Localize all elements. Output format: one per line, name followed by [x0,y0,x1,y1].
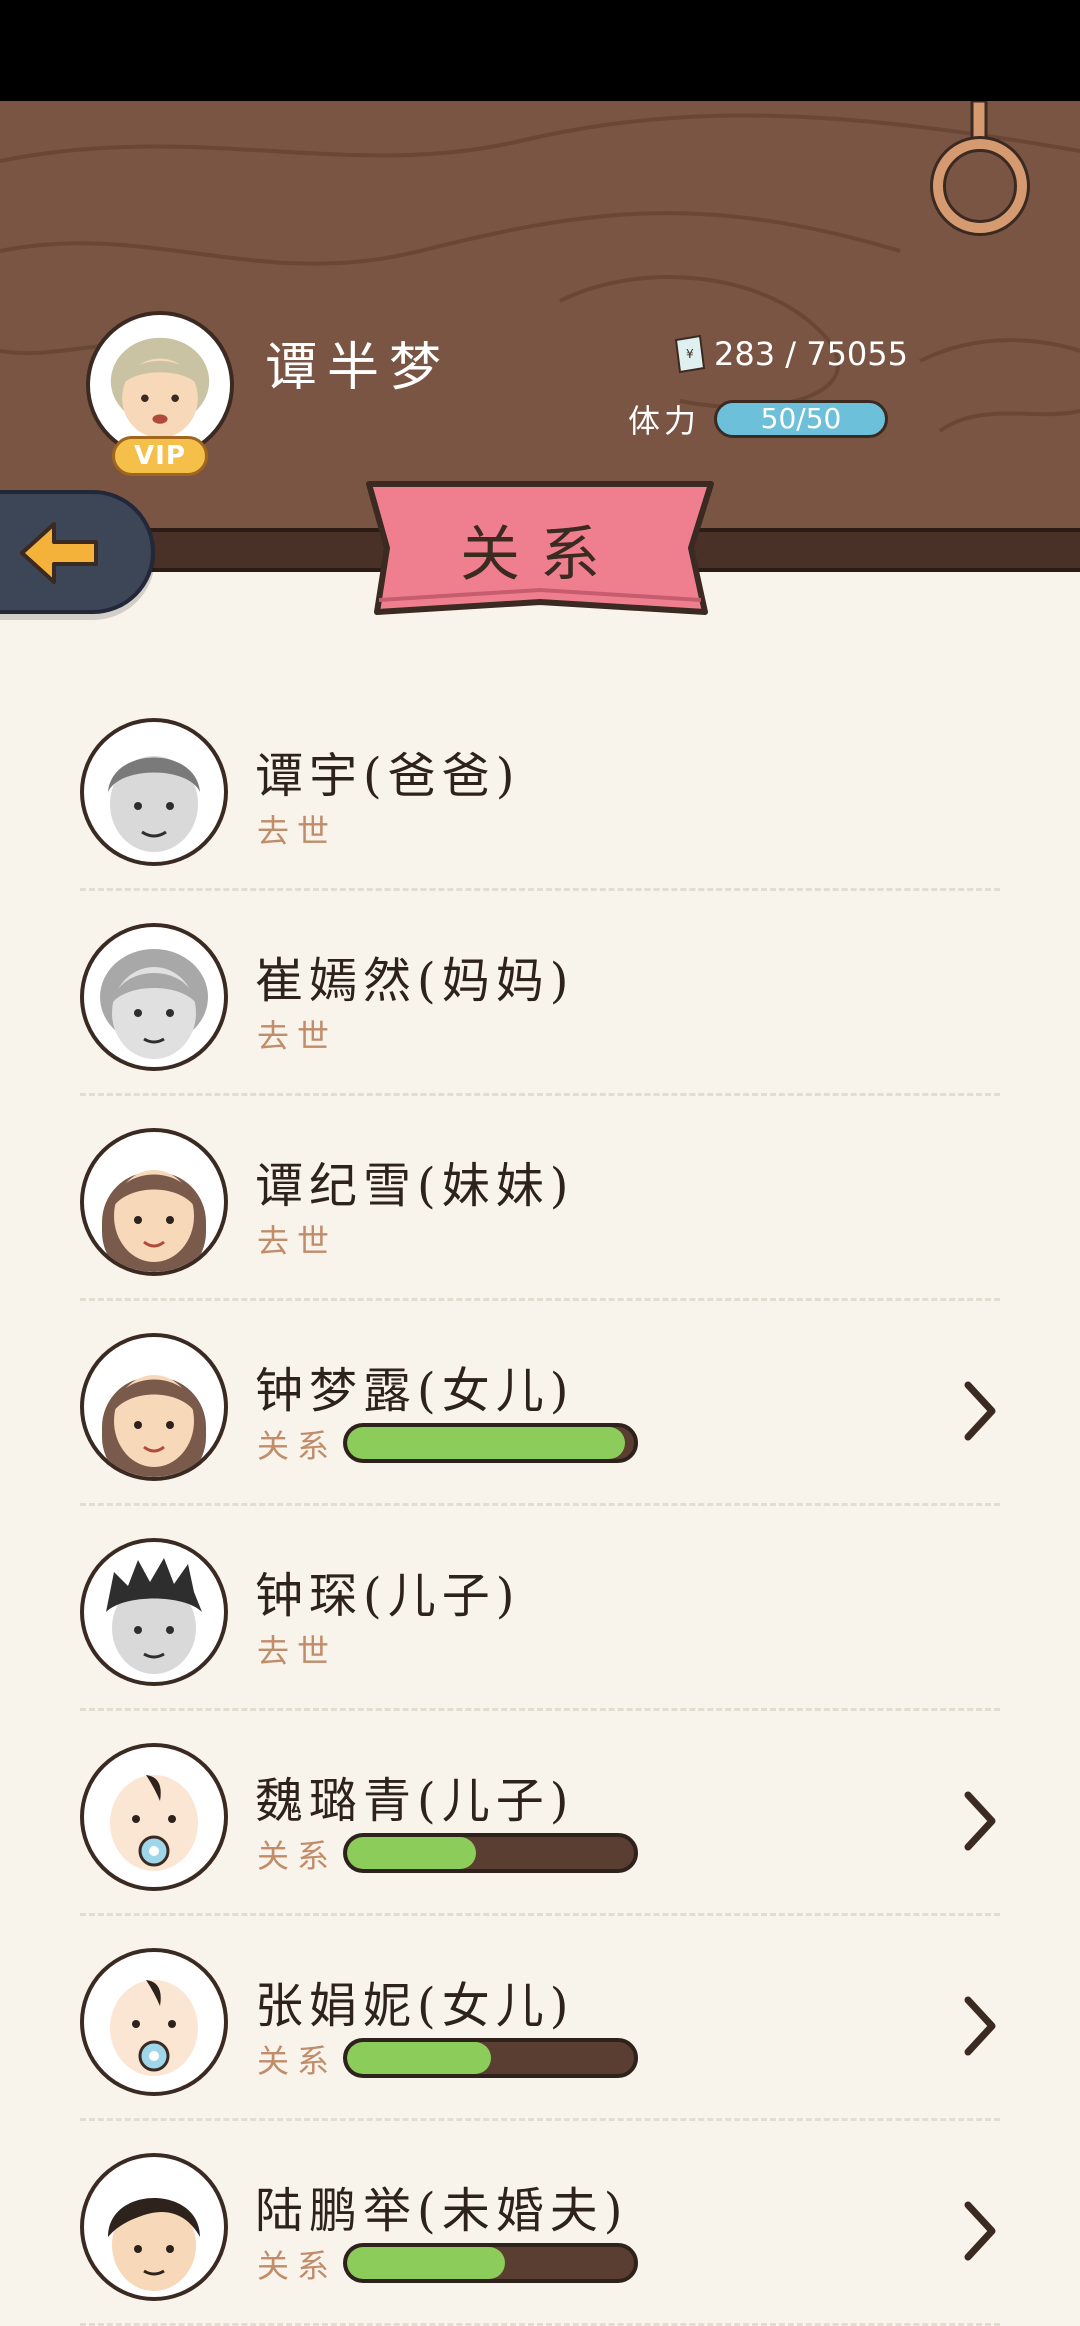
relation-bar-fill [347,1427,626,1459]
relation-name: 魏璐青(儿子) [255,1773,575,1829]
relation-row[interactable]: 张娟妮(女儿) 关系 [0,1916,1080,2121]
rope-ring-icon [930,101,1030,236]
relation-bar [343,1423,638,1463]
relation-label: 关系 [257,2042,338,2080]
relation-row[interactable]: 魏璐青(儿子) 关系 [0,1711,1080,1916]
relation-row: 谭纪雪(妹妹) 去世 [0,1096,1080,1301]
chevron-right-icon[interactable] [958,1789,1002,1853]
deceased-label: 去世 [257,1222,338,1260]
vip-badge: VIP [112,436,208,476]
relation-name: 陆鹏举(未婚夫) [255,2183,629,2239]
money-display: ¥ 283 / 75055 [672,332,908,376]
relation-row: 钟琛(儿子) 去世 [0,1506,1080,1711]
money-note-icon: ¥ [674,334,706,374]
relations-list: 谭宇(爸爸) 去世 崔嫣然(妈妈) 去世 谭纪雪(妹妹) 去世 钟梦露(女儿) 关系 钟琛(儿子… [0,686,1080,2326]
back-arrow-icon [20,522,98,584]
relation-label: 关系 [257,1427,338,1465]
stamina-display: 体力 50/50 [628,396,889,442]
page-title: 关系 [460,520,620,590]
relation-label: 关系 [257,2247,338,2285]
deceased-label: 去世 [257,1017,338,1055]
deceased-label: 去世 [257,1632,338,1670]
old-man-avatar [80,718,228,866]
relation-bar-fill [347,2042,491,2074]
stamina-bar: 50/50 [714,400,889,438]
chevron-right-icon[interactable] [958,2199,1002,2263]
relation-row[interactable]: 陆鹏举(未婚夫) 关系 [0,2121,1080,2326]
relation-bar [343,1833,638,1873]
baby-avatar [80,1948,228,2096]
status-bar [0,0,1080,101]
relation-name: 钟梦露(女儿) [255,1363,575,1419]
baby-avatar [80,1743,228,1891]
relation-name: 谭纪雪(妹妹) [255,1158,575,1214]
relation-label: 关系 [257,1837,338,1875]
relation-bar [343,2243,638,2283]
relation-row[interactable]: 钟梦露(女儿) 关系 [0,1301,1080,1506]
relation-name: 崔嫣然(妈妈) [255,953,575,1009]
money-value: 283 / 75055 [714,335,908,373]
man-avatar [80,1538,228,1686]
back-button[interactable] [0,490,155,614]
deceased-label: 去世 [257,812,338,850]
relation-name: 谭宇(爸爸) [255,748,521,804]
relation-name: 张娟妮(女儿) [255,1978,575,2034]
old-woman-avatar [80,923,228,1071]
chevron-right-icon[interactable] [958,1994,1002,2058]
stamina-label: 体力 [628,402,701,440]
relation-row: 谭宇(爸爸) 去世 [0,686,1080,891]
relation-name: 钟琛(儿子) [255,1568,521,1624]
chevron-right-icon[interactable] [958,1379,1002,1443]
relation-row: 崔嫣然(妈妈) 去世 [0,891,1080,1096]
relation-bar-fill [347,1837,477,1869]
svg-text:¥: ¥ [686,347,694,361]
relation-bar-fill [347,2247,505,2279]
woman-avatar [80,1333,228,1481]
old-woman-avatar-icon [110,337,210,438]
young-man-avatar [80,2153,228,2301]
player-name: 谭半梦 [265,338,452,398]
relation-bar [343,2038,638,2078]
woman-avatar [80,1128,228,1276]
